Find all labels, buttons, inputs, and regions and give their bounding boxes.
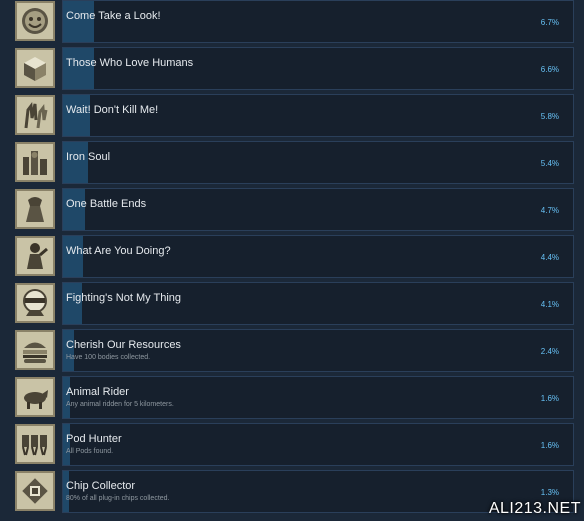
achievement-percent: 2.4% bbox=[540, 347, 559, 356]
achievement-percent: 1.3% bbox=[540, 488, 559, 497]
achievement-description: 80% of all plug-in chips collected. bbox=[66, 495, 170, 502]
achievement-icon-frame bbox=[15, 471, 55, 511]
progress-bar: Animal Rider Any animal ridden for 5 kil… bbox=[62, 376, 574, 419]
achievement-icon-frame bbox=[15, 48, 55, 88]
achievement-description: Have 100 bodies collected. bbox=[66, 354, 151, 361]
achievement-title: Iron Soul bbox=[66, 151, 111, 163]
achievement-percent: 6.7% bbox=[540, 18, 559, 27]
achievement-icon-frame bbox=[15, 424, 55, 464]
achievement-row[interactable]: Iron Soul 5.4% bbox=[8, 141, 574, 184]
factory-icon bbox=[23, 151, 47, 175]
achievement-title: Pod Hunter bbox=[66, 433, 122, 445]
boar-icon bbox=[24, 390, 48, 409]
achievement-icon-frame bbox=[15, 377, 55, 417]
achievement-percent: 4.1% bbox=[540, 300, 559, 309]
achievement-icon-frame bbox=[15, 1, 55, 41]
achievement-icon-frame bbox=[15, 283, 55, 323]
achievement-percent: 1.6% bbox=[540, 441, 559, 450]
achievement-row[interactable]: One Battle Ends 4.7% bbox=[8, 188, 574, 231]
achievement-percent: 6.6% bbox=[540, 65, 559, 74]
achievement-icon-frame bbox=[15, 330, 55, 370]
progress-bar: Wait! Don't Kill Me! 5.8% bbox=[62, 94, 574, 137]
achievement-title: One Battle Ends bbox=[66, 198, 147, 210]
achievement-percent: 1.6% bbox=[540, 394, 559, 403]
achievement-row[interactable]: Wait! Don't Kill Me! 5.8% bbox=[8, 94, 574, 137]
achievement-title: What Are You Doing? bbox=[66, 245, 171, 257]
robot-silhouette-icon bbox=[26, 197, 44, 222]
progress-bar: Pod Hunter All Pods found. 1.6% bbox=[62, 423, 574, 466]
watermark: ALI213.NET bbox=[488, 500, 581, 517]
achievement-icon-frame bbox=[15, 189, 55, 229]
achievement-title: Animal Rider bbox=[66, 386, 129, 398]
figure-silhouette-icon bbox=[27, 243, 48, 269]
pods-icon bbox=[22, 435, 47, 456]
progress-bar: One Battle Ends 4.7% bbox=[62, 188, 574, 231]
achievement-percent: 5.8% bbox=[540, 112, 559, 121]
achievement-percent: 5.4% bbox=[540, 159, 559, 168]
progress-bar: Cherish Our Resources Have 100 bodies co… bbox=[62, 329, 574, 372]
achievement-row[interactable]: Cherish Our Resources Have 100 bodies co… bbox=[8, 329, 574, 372]
achievement-percent: 4.7% bbox=[540, 206, 559, 215]
achievement-row[interactable]: Pod Hunter All Pods found. 1.6% bbox=[8, 423, 574, 466]
progress-bar: Come Take a Look! 6.7% bbox=[62, 0, 574, 43]
cube-stack-icon bbox=[24, 57, 46, 81]
progress-bar: What Are You Doing? 4.4% bbox=[62, 235, 574, 278]
progress-bar: Those Who Love Humans 6.6% bbox=[62, 47, 574, 90]
progress-bar: Iron Soul 5.4% bbox=[62, 141, 574, 184]
chip-icon bbox=[22, 478, 48, 504]
achievement-row[interactable]: Fighting's Not My Thing 4.1% bbox=[8, 282, 574, 325]
achievement-title: Those Who Love Humans bbox=[66, 57, 194, 69]
achievement-title: Cherish Our Resources bbox=[66, 339, 181, 351]
smiling-face-icon bbox=[22, 8, 48, 34]
achievement-description: All Pods found. bbox=[66, 448, 114, 455]
achievement-icon-frame bbox=[15, 95, 55, 135]
raised-hands-icon bbox=[24, 101, 48, 129]
achievement-icon-frame bbox=[15, 142, 55, 182]
masked-face-icon bbox=[23, 289, 47, 316]
achievement-title: Come Take a Look! bbox=[66, 10, 161, 22]
achievement-row[interactable]: Animal Rider Any animal ridden for 5 kil… bbox=[8, 376, 574, 419]
achievement-row[interactable]: Chip Collector 80% of all plug-in chips … bbox=[8, 470, 574, 513]
achievement-row[interactable]: Come Take a Look! 6.7% bbox=[8, 0, 574, 43]
achievement-row[interactable]: Those Who Love Humans 6.6% bbox=[8, 47, 574, 90]
achievement-row[interactable]: What Are You Doing? 4.4% bbox=[8, 235, 574, 278]
achievement-icon-frame bbox=[15, 236, 55, 276]
achievement-title: Chip Collector bbox=[66, 480, 136, 492]
burger-icon bbox=[23, 342, 47, 363]
achievement-title: Wait! Don't Kill Me! bbox=[66, 104, 159, 116]
achievement-percent: 4.4% bbox=[540, 253, 559, 262]
progress-bar: Fighting's Not My Thing 4.1% bbox=[62, 282, 574, 325]
achievement-title: Fighting's Not My Thing bbox=[66, 292, 182, 304]
achievement-description: Any animal ridden for 5 kilometers. bbox=[66, 401, 174, 408]
